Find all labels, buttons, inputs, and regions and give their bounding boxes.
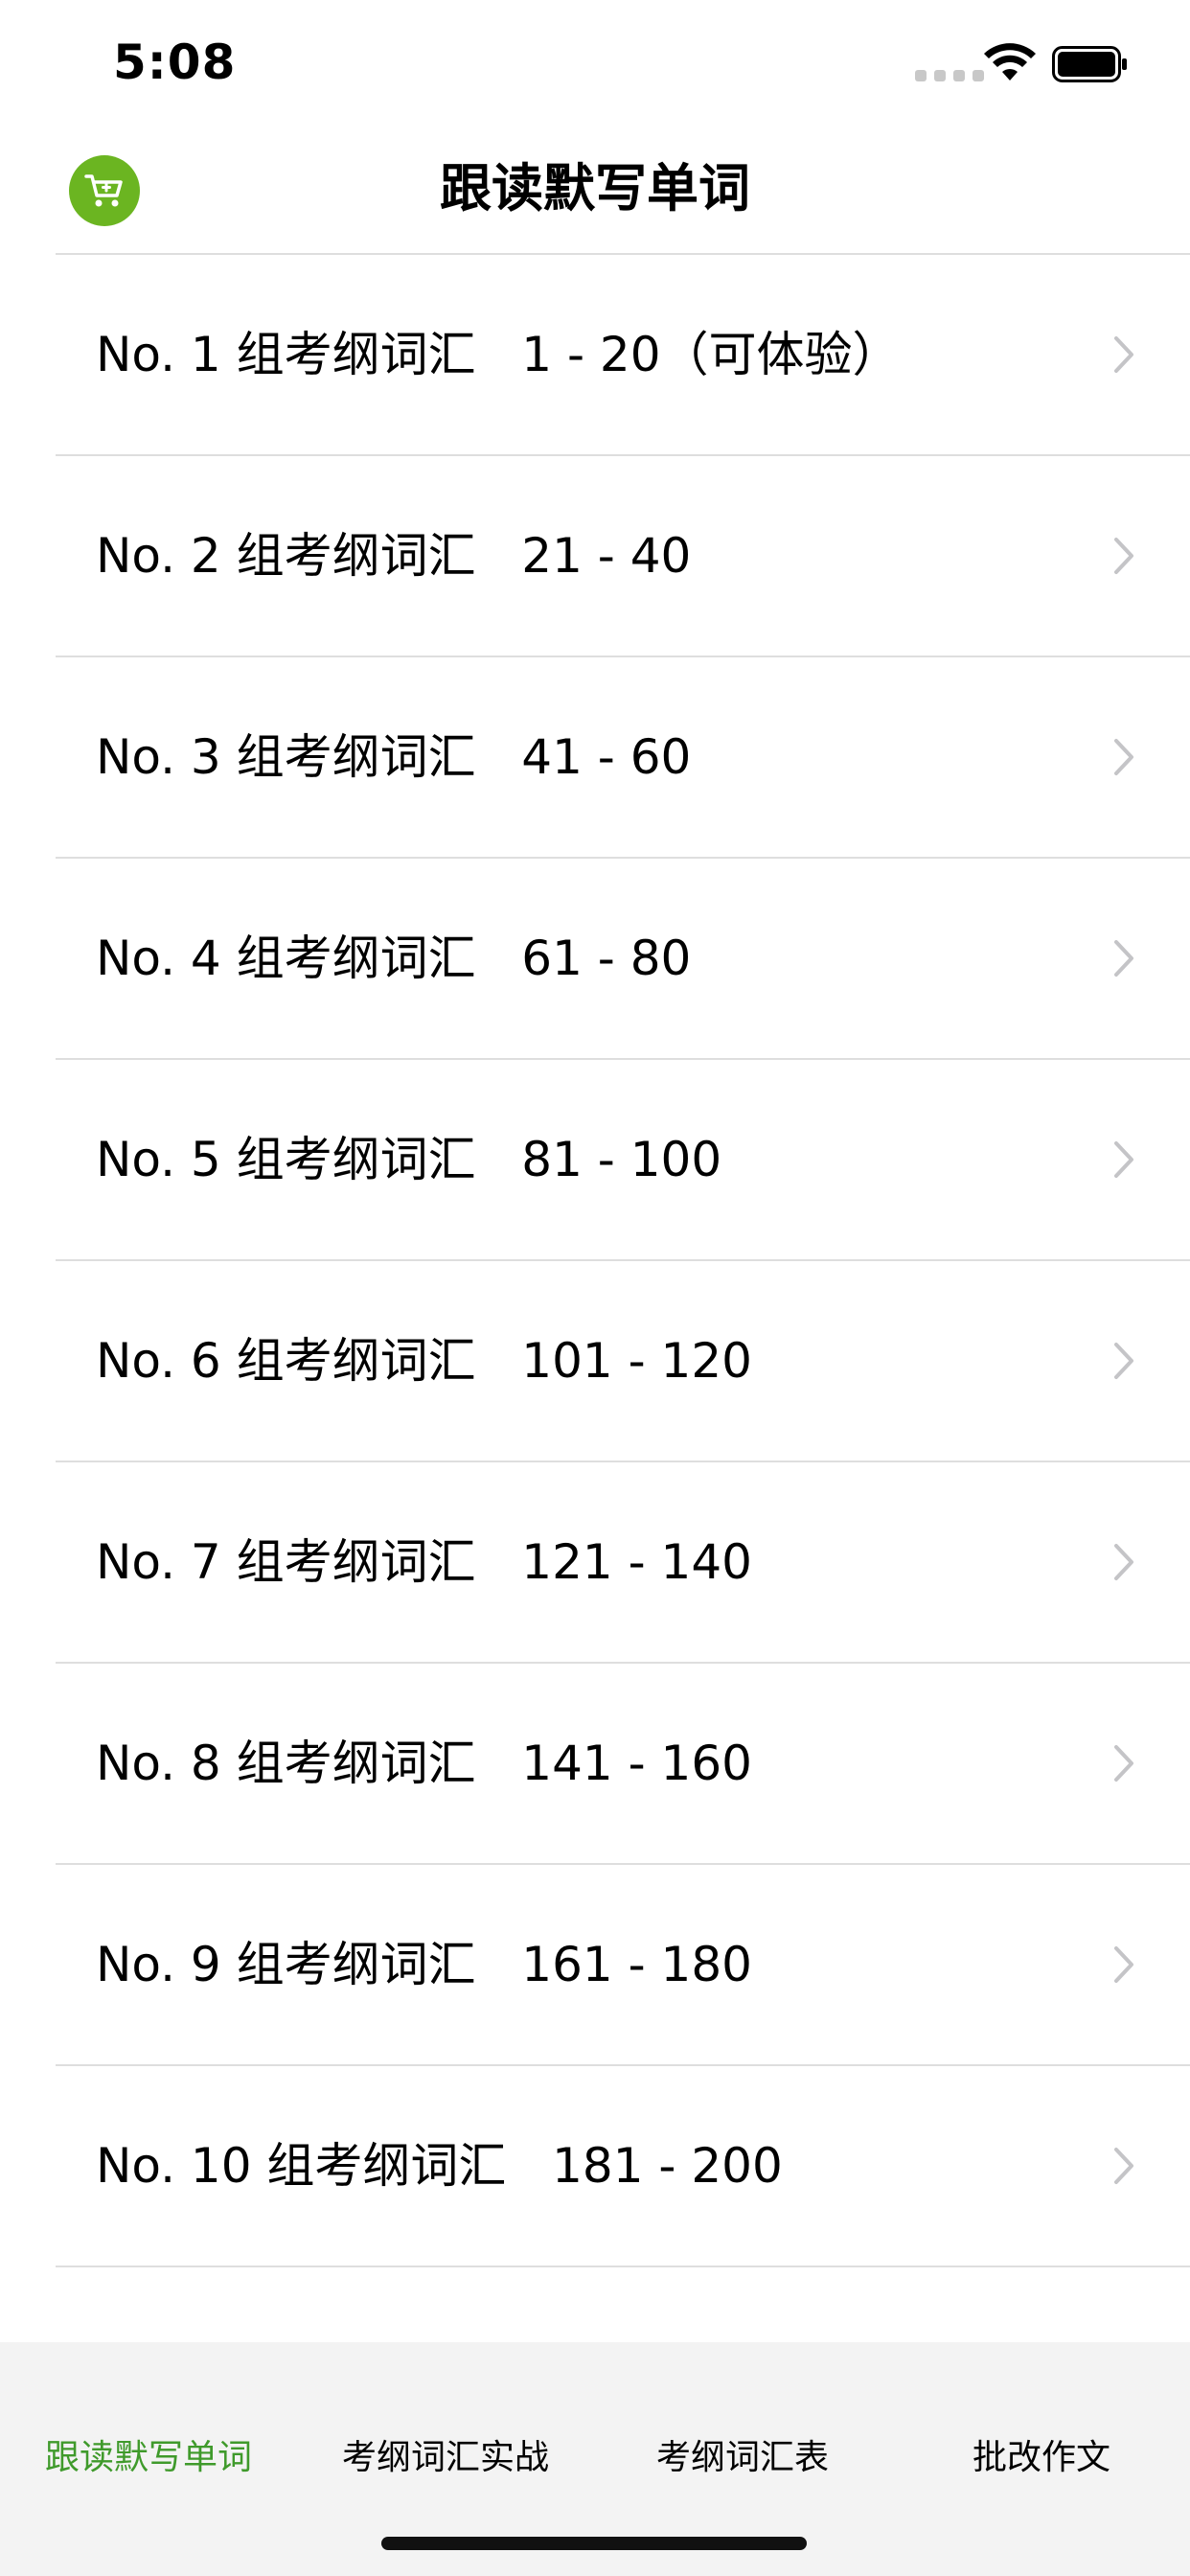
chevron-right-icon xyxy=(1114,336,1133,373)
chevron-right-icon xyxy=(1114,1544,1133,1580)
list-item[interactable]: No. 1 组考纲词汇 1 - 20（可体验） xyxy=(56,255,1190,456)
list-item[interactable]: No. 4 组考纲词汇 61 - 80 xyxy=(56,859,1190,1060)
status-time: 5:08 xyxy=(113,34,237,90)
list-item-label: No. 5 组考纲词汇 81 - 100 xyxy=(96,1132,722,1187)
list-item[interactable]: No. 2 组考纲词汇 21 - 40 xyxy=(56,456,1190,657)
chevron-right-icon xyxy=(1114,739,1133,775)
tab-syllabus-word-list[interactable]: 考纲词汇表 xyxy=(594,2434,891,2482)
list-item[interactable]: No. 8 组考纲词汇 141 - 160 xyxy=(56,1664,1190,1865)
wifi-icon xyxy=(984,43,1036,80)
list-item-label: No. 4 组考纲词汇 61 - 80 xyxy=(96,931,692,986)
word-group-list: No. 1 组考纲词汇 1 - 20（可体验） No. 2 组考纲词汇 21 -… xyxy=(0,255,1190,2267)
list-item-label: No. 6 组考纲词汇 101 - 120 xyxy=(96,1333,752,1389)
chevron-right-icon xyxy=(1114,1141,1133,1178)
chevron-right-icon xyxy=(1114,2148,1133,2184)
chevron-right-icon xyxy=(1114,940,1133,977)
tab-follow-read-dictation[interactable]: 跟读默写单词 xyxy=(0,2434,297,2482)
list-item-label: No. 1 组考纲词汇 1 - 20（可体验） xyxy=(96,327,901,382)
list-item[interactable]: No. 3 组考纲词汇 41 - 60 xyxy=(56,657,1190,859)
cellular-signal-icon xyxy=(915,70,984,81)
list-item-label: No. 3 组考纲词汇 41 - 60 xyxy=(96,729,692,785)
list-item-label: No. 2 组考纲词汇 21 - 40 xyxy=(96,528,692,584)
list-item[interactable]: No. 6 组考纲词汇 101 - 120 xyxy=(56,1261,1190,1462)
tab-syllabus-practice[interactable]: 考纲词汇实战 xyxy=(297,2434,594,2482)
list-item-label: No. 7 组考纲词汇 121 - 140 xyxy=(96,1534,752,1590)
battery-icon xyxy=(1052,46,1127,82)
chevron-right-icon xyxy=(1114,1343,1133,1379)
tab-essay-correction[interactable]: 批改作文 xyxy=(893,2434,1190,2482)
chevron-right-icon xyxy=(1114,538,1133,574)
list-item-label: No. 9 组考纲词汇 161 - 180 xyxy=(96,1937,752,1992)
list-item[interactable]: No. 5 组考纲词汇 81 - 100 xyxy=(56,1060,1190,1261)
list-item-label: No. 10 组考纲词汇 181 - 200 xyxy=(96,2138,783,2194)
list-item[interactable]: No. 10 组考纲词汇 181 - 200 xyxy=(56,2066,1190,2267)
chevron-right-icon xyxy=(1114,1745,1133,1782)
list-item-label: No. 8 组考纲词汇 141 - 160 xyxy=(96,1736,752,1791)
list-item[interactable]: No. 9 组考纲词汇 161 - 180 xyxy=(56,1865,1190,2066)
home-indicator[interactable] xyxy=(381,2537,807,2550)
page-title: 跟读默写单词 xyxy=(440,158,750,218)
status-bar: 5:08 xyxy=(0,0,1190,126)
chevron-right-icon xyxy=(1114,1946,1133,1983)
list-item[interactable]: No. 7 组考纲词汇 121 - 140 xyxy=(56,1462,1190,1664)
